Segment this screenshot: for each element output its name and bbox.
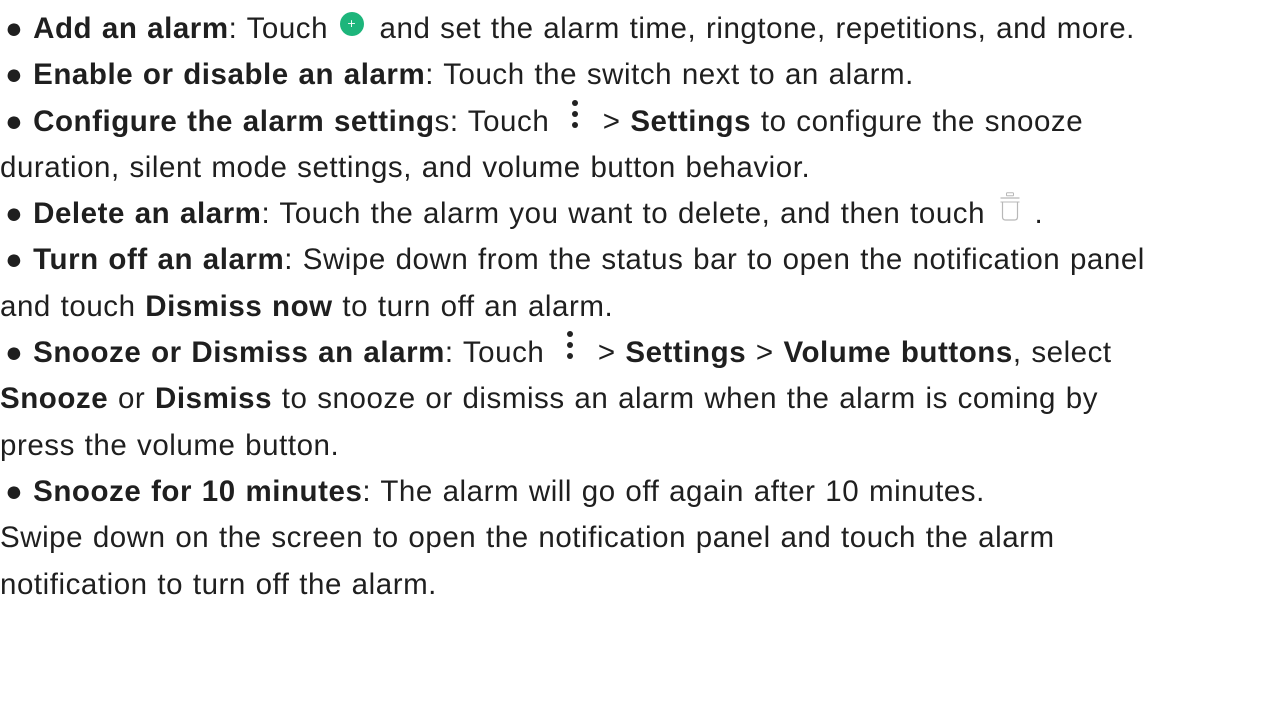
item-title: Delete an alarm (33, 197, 262, 231)
bullet: ● (5, 12, 24, 45)
more-vertical-icon (566, 331, 574, 361)
list-item-turn-off-alarm: ● Turn off an alarm: Swipe down from the… (0, 243, 1145, 323)
item-title: Add an alarm (33, 12, 229, 45)
bullet: ● (5, 336, 24, 370)
bullet: ● (5, 474, 24, 508)
item-title: Snooze or Dismiss an alarm (33, 336, 445, 370)
list-item-snooze-10-minutes: ● Snooze for 10 minutes: The alarm will … (0, 474, 1055, 601)
list-item-snooze-or-dismiss: ● Snooze or Dismiss an alarm: Touch > Se… (0, 330, 1287, 469)
list-item-add-alarm: ● Add an alarm: Touch and set the alarm … (0, 0, 1287, 52)
list-item-enable-disable: ● Enable or disable an alarm: Touch the … (5, 58, 914, 92)
item-title: Enable or disable an alarm (33, 58, 426, 92)
list-item-delete-alarm: ● Delete an alarm: Touch the alarm you w… (0, 191, 1287, 237)
item-title: Configure the alarm setting (33, 104, 435, 138)
bullet: ● (5, 243, 24, 277)
bullet: ● (5, 58, 24, 92)
bullet: ● (5, 197, 24, 231)
trash-icon (999, 192, 1021, 222)
add-circle-icon (339, 12, 364, 37)
item-title: Turn off an alarm (33, 243, 285, 277)
alarm-instructions: ● Add an alarm: Touch and set the alarm … (0, 0, 1287, 608)
bullet: ● (5, 104, 24, 138)
list-item-configure-settings: ● Configure the alarm settings: Touch > … (0, 99, 1287, 192)
more-vertical-icon (571, 99, 579, 130)
item-title: Snooze for 10 minutes (33, 474, 363, 508)
